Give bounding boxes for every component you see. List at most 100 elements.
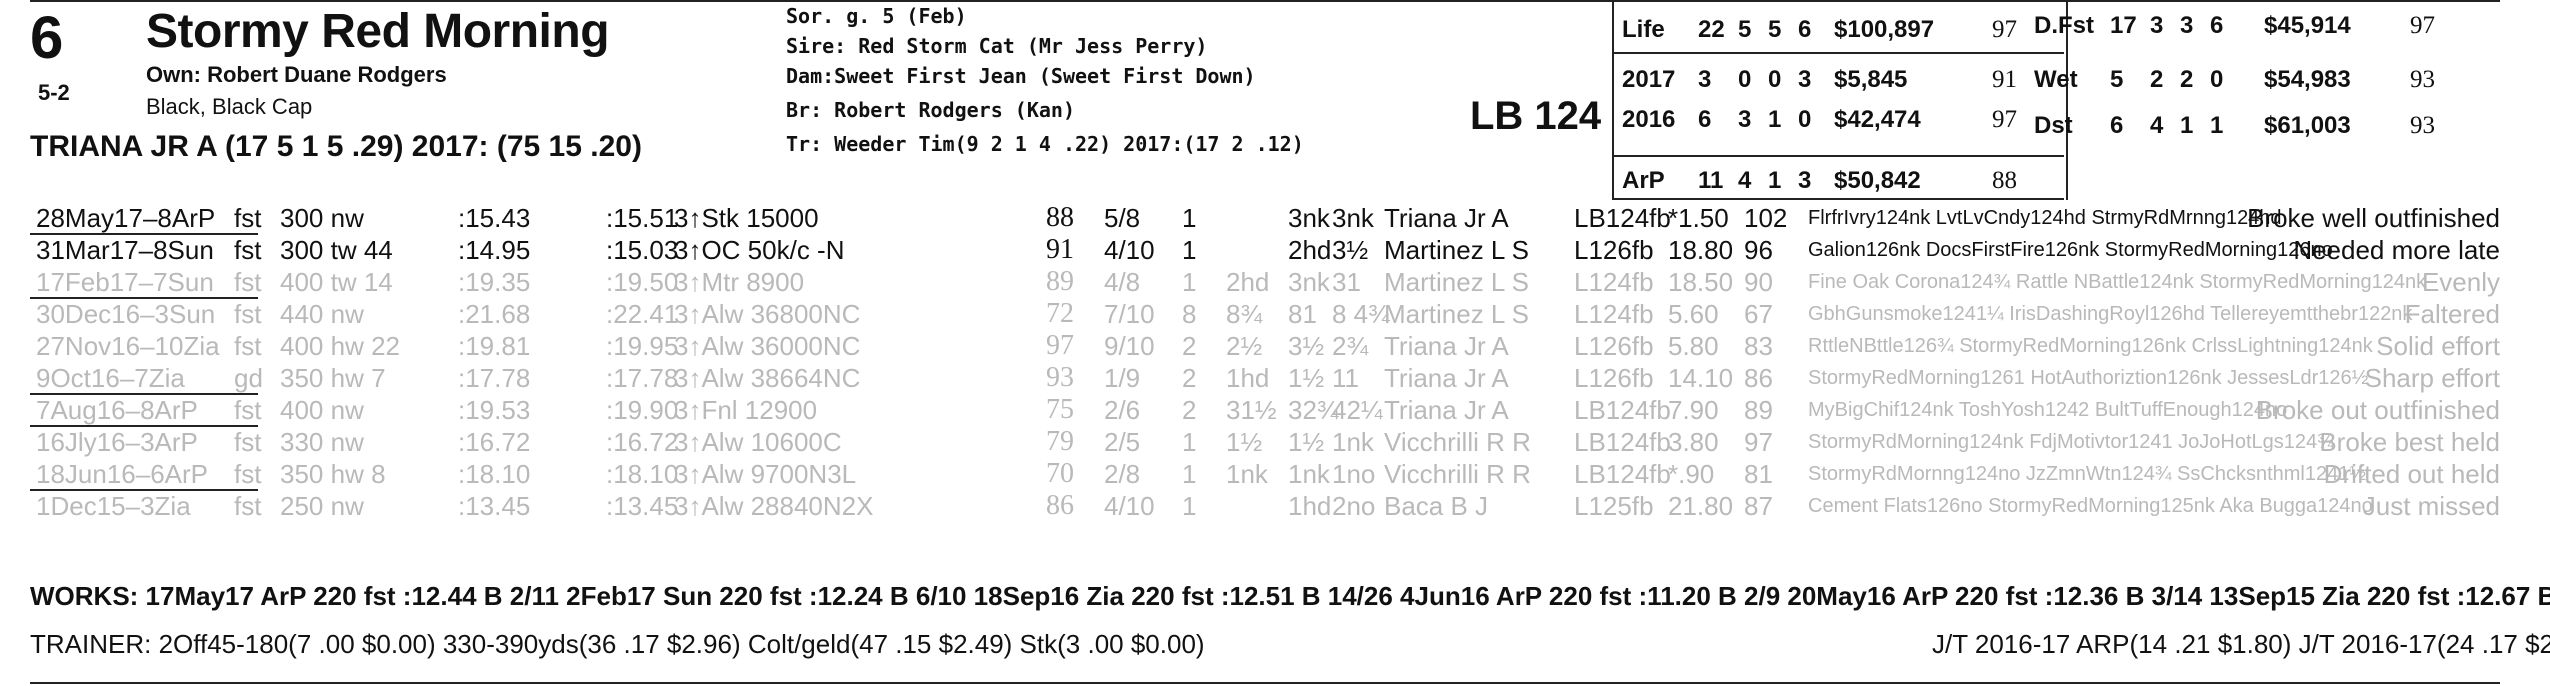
race-jock: Triana Jr A bbox=[1384, 203, 1509, 233]
race-c2: 3nk bbox=[1288, 203, 1330, 233]
race-dist: 400 tw 14 bbox=[280, 267, 393, 297]
date-rule bbox=[30, 489, 258, 491]
race-c1: 31½ bbox=[1226, 395, 1277, 425]
record-starts: 3 bbox=[1698, 66, 1712, 93]
horse-name: Stormy Red Morning bbox=[146, 5, 610, 58]
race-f2: :19.95 bbox=[606, 331, 679, 361]
sire: Sire: Red Storm Cat (Mr Jess Perry) bbox=[786, 34, 1208, 58]
race-pp: 2/6 bbox=[1104, 395, 1141, 425]
race-med: L126fb bbox=[1574, 331, 1654, 361]
race-f2: :22.41 bbox=[606, 299, 679, 329]
race-dist: 250 nw bbox=[280, 491, 364, 521]
race-pp: 9/10 bbox=[1104, 331, 1155, 361]
race-st: 1 bbox=[1182, 267, 1197, 297]
dam: Dam:Sweet First Jean (Sweet First Down) bbox=[786, 64, 1256, 88]
race-f2: :15.51 bbox=[606, 203, 679, 233]
race-cmt: Broke best held bbox=[2319, 427, 2500, 457]
race-cls: 3↑OC 50k/c -N bbox=[674, 235, 845, 265]
race-spd: 97 bbox=[1744, 427, 1773, 457]
jockey-trainer-stats: J/T 2016-17 ARP(14 .21 $1.80) J/T 2016-1… bbox=[1932, 629, 2550, 659]
program-number: 6 bbox=[30, 4, 64, 71]
record-p: 0 bbox=[1768, 66, 1782, 93]
race-dist: 400 nw bbox=[280, 395, 364, 425]
race-fig: 70 bbox=[1046, 458, 1074, 489]
date-rule bbox=[30, 233, 258, 235]
race-f1: :16.72 bbox=[458, 427, 531, 457]
race-jock: Triana Jr A bbox=[1384, 395, 1509, 425]
race-st: 1 bbox=[1182, 427, 1197, 457]
race-fin: 8 4¾ bbox=[1332, 299, 1390, 329]
race-row: 31Mar17–8Sun fst 300 tw 44:14.95:15.03 3↑OC… bbox=[30, 234, 2500, 266]
record-earn: $45,914 bbox=[2264, 12, 2351, 39]
race-pp: 1/9 bbox=[1104, 363, 1141, 393]
race-f1: :19.53 bbox=[458, 395, 531, 425]
race-odds: 18.80 bbox=[1668, 235, 1734, 265]
breeder: Br: Robert Rodgers (Kan) bbox=[786, 98, 1075, 122]
race-fin: 3nk bbox=[1332, 203, 1374, 233]
trainer: Tr: Weeder Tim(9 2 1 4 .22) 2017:(17 2 .… bbox=[786, 132, 1304, 156]
race-odds: 14.10 bbox=[1668, 363, 1734, 393]
race-trk: fst bbox=[234, 459, 262, 489]
race-dist: 350 hw 7 bbox=[280, 363, 386, 393]
record-earn: $50,842 bbox=[1834, 167, 1921, 194]
race-dist: 330 nw bbox=[280, 427, 364, 457]
race-c1: 8¾ bbox=[1226, 299, 1263, 329]
race-med: LB124fb bbox=[1574, 203, 1671, 233]
record-s: 1 bbox=[2210, 112, 2224, 139]
race-dist: 350 hw 8 bbox=[280, 459, 386, 489]
race-comp: GbhGunsmoke1241¼ IrisDashingRoyl126hd Te… bbox=[1808, 303, 2413, 325]
race-trk: fst bbox=[234, 395, 262, 425]
race-fin: 11 bbox=[1332, 363, 1359, 393]
race-cls: 3↑Fnl 12900 bbox=[674, 395, 818, 425]
race-jock: Martinez L S bbox=[1384, 267, 1529, 297]
race-odds: 18.50 bbox=[1668, 267, 1734, 297]
race-spd: 90 bbox=[1744, 267, 1773, 297]
race-pp: 4/10 bbox=[1104, 235, 1155, 265]
record-p: 1 bbox=[2180, 112, 2194, 139]
race-comp: Fine Oak Corona124¾ Rattle NBattle124nk … bbox=[1808, 271, 2427, 293]
race-jock: Triana Jr A bbox=[1384, 363, 1509, 393]
race-jock: Triana Jr A bbox=[1384, 331, 1509, 361]
race-date: 16Jly16–3ArP bbox=[36, 427, 198, 457]
record-p: 1 bbox=[1768, 167, 1782, 194]
record-earn: $5,845 bbox=[1834, 66, 1908, 93]
race-comp: Galion126nk DocsFirstFire126nk StormyRed… bbox=[1808, 239, 2333, 261]
race-c1: 2½ bbox=[1226, 331, 1263, 361]
record-p: 3 bbox=[2180, 12, 2194, 39]
race-cmt: Needed more late bbox=[2293, 235, 2500, 265]
race-row: 27Nov16–10Zia fst 400 hw 22:19.81:19.95 3↑A… bbox=[30, 330, 2500, 362]
race-cls: 3↑Alw 9700N3L bbox=[674, 459, 857, 489]
race-c1: 1hd bbox=[1226, 363, 1270, 393]
race-fig: 89 bbox=[1046, 266, 1074, 297]
race-c2: 1½ bbox=[1288, 363, 1325, 393]
race-comp: MyBigChif124nk ToshYosh1242 BultTuffEnou… bbox=[1808, 399, 2288, 421]
race-dist: 300 nw bbox=[280, 203, 364, 233]
race-jock: Vicchrilli R R bbox=[1384, 427, 1531, 457]
race-fig: 93 bbox=[1046, 362, 1074, 393]
race-row: 17Feb17–7Sun fst 400 tw 14:19.35:19.50 3↑Mt… bbox=[30, 266, 2500, 298]
race-st: 2 bbox=[1182, 331, 1197, 361]
race-cmt: Broke out outfinished bbox=[2255, 395, 2500, 425]
race-spd: 102 bbox=[1744, 203, 1788, 233]
race-row: 1Dec15–3Zia fst 250 nw:13.45:13.45 3↑Alw 28… bbox=[30, 490, 2500, 522]
record-w: 3 bbox=[1738, 106, 1752, 133]
race-cls: 3↑Mtr 8900 bbox=[674, 267, 805, 297]
race-odds: 5.80 bbox=[1668, 331, 1719, 361]
record-p: 2 bbox=[2180, 66, 2194, 93]
record-s: 6 bbox=[2210, 12, 2224, 39]
race-f1: :19.81 bbox=[458, 331, 531, 361]
race-c2: 1hd bbox=[1288, 491, 1332, 521]
race-st: 1 bbox=[1182, 459, 1197, 489]
race-cmt: Evenly bbox=[2421, 267, 2500, 297]
race-cmt: Drifted out held bbox=[2323, 459, 2500, 489]
race-comp: StormyRedMorning1261 HotAuthoriztion126n… bbox=[1808, 367, 2369, 389]
race-cmt: Broke well outfinished bbox=[2247, 203, 2500, 233]
race-dist: 400 hw 22 bbox=[280, 331, 400, 361]
record-earn: $100,897 bbox=[1834, 16, 1935, 43]
race-trk: fst bbox=[234, 299, 262, 329]
record-earn: $42,474 bbox=[1834, 106, 1921, 133]
race-st: 8 bbox=[1182, 299, 1197, 329]
race-c2: 3nk bbox=[1288, 267, 1330, 297]
record-label: Wet bbox=[2034, 66, 2078, 93]
race-trk: fst bbox=[234, 491, 262, 521]
